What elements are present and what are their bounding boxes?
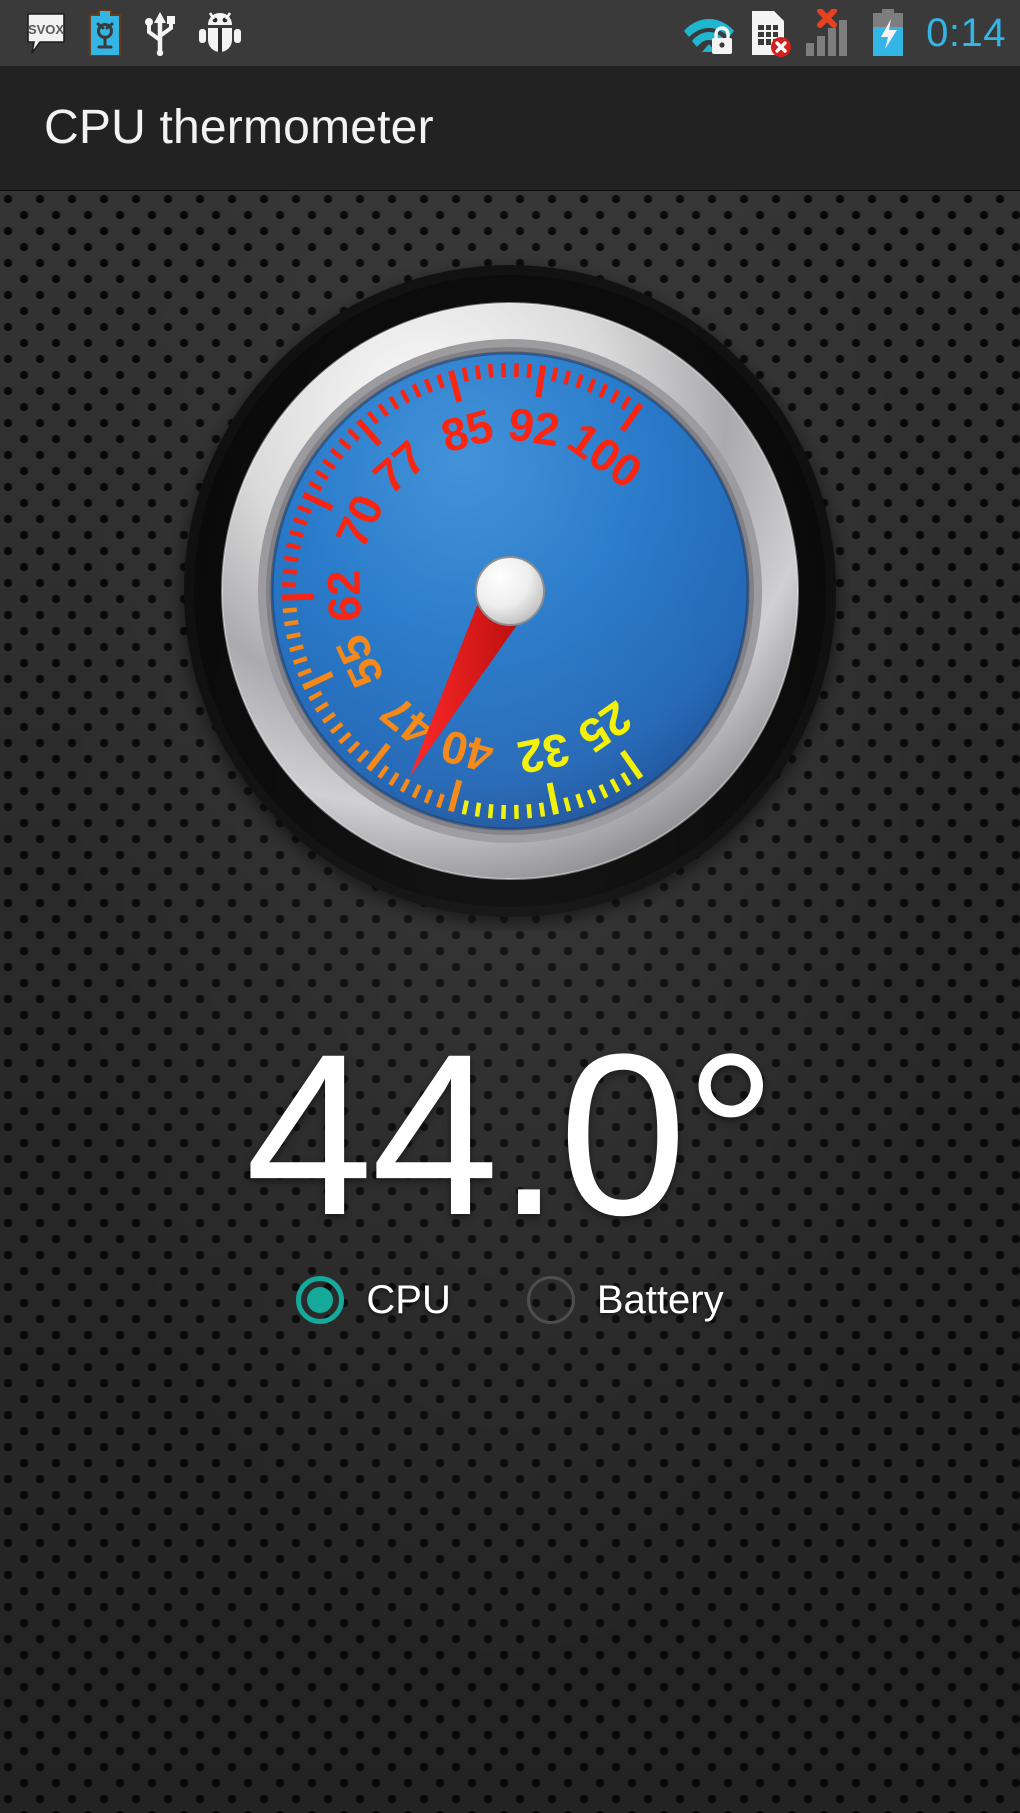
gauge-svg: 2532404755627077 85 92100 (184, 265, 836, 917)
sim-card-error-icon (752, 11, 792, 57)
gauge-minor-tick (474, 365, 482, 380)
radio-option-cpu[interactable]: CPU (296, 1276, 451, 1324)
app-root: SVOX 0:14 CPU thermometer 25 32 40 47 55… (0, 0, 1020, 1813)
wifi-secure-icon (684, 19, 735, 54)
status-bar-right-icons: 0:14 (682, 9, 1006, 57)
radio-button-cpu-selected-icon[interactable] (296, 1276, 345, 1324)
gauge-minor-tick (282, 568, 298, 575)
gauge-minor-tick (284, 555, 299, 563)
status-bar-left-icons: SVOX (26, 10, 242, 56)
gauge-minor-tick (538, 802, 546, 817)
gauge-minor-tick (461, 367, 469, 382)
gauge-minor-tick (282, 607, 298, 614)
status-bar-clock: 0:14 (926, 11, 1006, 55)
source-radio-group[interactable]: CPU Battery (0, 1276, 1020, 1324)
gauge-scale-label: 62 (317, 569, 370, 622)
gauge-minor-tick (286, 542, 301, 550)
gauge-minor-tick (461, 800, 469, 815)
android-debug-bug-icon (199, 12, 241, 52)
app-title-bar: CPU thermometer (0, 66, 1020, 191)
status-bar: SVOX 0:14 (0, 0, 1020, 66)
temperature-gauge: 25 32 40 47 55 62 70 77 85 92 100 (170, 251, 850, 931)
gauge-scale-label: 32 (513, 723, 574, 784)
radio-label-cpu: CPU (366, 1278, 451, 1322)
gauge-minor-tick (487, 363, 494, 379)
svg-text:SVOX: SVOX (28, 22, 64, 37)
gauge-minor-tick (526, 363, 533, 379)
svox-speech-bubble-icon: SVOX (27, 13, 65, 54)
gauge-minor-tick (286, 632, 301, 640)
gauge-minor-tick (487, 803, 494, 819)
radio-button-battery-unselected-icon[interactable] (526, 1276, 575, 1324)
main-content: 25 32 40 47 55 62 70 77 85 92 100 44.0° CPU Batter… (0, 191, 1020, 1813)
gauge-minor-tick (474, 802, 482, 817)
gauge-hub (475, 556, 545, 626)
gauge-minor-tick (284, 619, 299, 627)
battery-tool-icon (89, 10, 121, 56)
gauge-minor-tick (551, 367, 559, 382)
signal-no-service-icon (806, 9, 848, 56)
gauge-major-tick (282, 593, 315, 601)
radio-label-battery: Battery (596, 1278, 724, 1322)
radio-option-battery[interactable]: Battery (526, 1276, 724, 1324)
gauge-scale-label: 92 (505, 397, 563, 456)
temperature-readout: 44.0° (245, 1006, 777, 1263)
usb-icon (145, 12, 175, 56)
page-title: CPU thermometer (44, 101, 434, 154)
gauge-minor-tick (526, 803, 533, 819)
battery-charging-icon (873, 9, 904, 56)
